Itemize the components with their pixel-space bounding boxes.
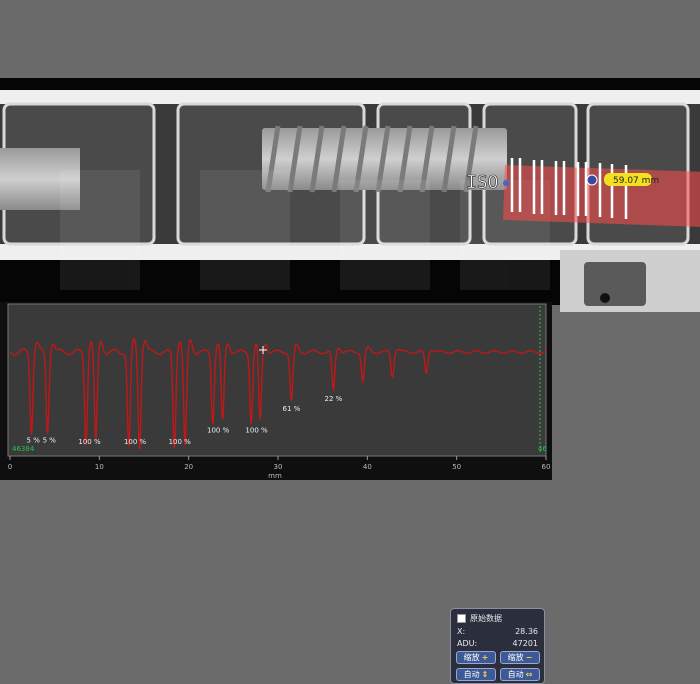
- gear-icon[interactable]: [586, 174, 598, 186]
- raw-data-checkbox[interactable]: [457, 614, 466, 623]
- annotation-3: 100 %: [124, 438, 147, 446]
- raw-data-toggle[interactable]: 原始数据: [457, 613, 538, 624]
- zoom-in-button[interactable]: 缩放 +: [456, 651, 496, 664]
- annotation-1: 5 %: [43, 436, 57, 444]
- annotation-2: 100 %: [78, 438, 101, 446]
- x-tick-label-30: 30: [274, 463, 283, 471]
- annotation-0: 5 %: [27, 436, 41, 444]
- annotation-8: 22 %: [324, 395, 342, 403]
- annotation-5: 100 %: [207, 427, 230, 435]
- x-tick-label-50: 50: [452, 463, 461, 471]
- auto-horizontal-button[interactable]: 自动 ⇔: [500, 668, 540, 681]
- right-edge-label: 46: [538, 445, 547, 453]
- measure-start-handle[interactable]: [503, 180, 509, 186]
- annotation-4: 100 %: [169, 438, 192, 446]
- x-tick-label-40: 40: [363, 463, 372, 471]
- auto-vertical-button[interactable]: 自动 ⇕: [456, 668, 496, 681]
- zoom-out-button[interactable]: 缩放 −: [500, 651, 540, 664]
- x-tick-label-10: 10: [95, 463, 104, 471]
- adu-value: 47201: [512, 639, 538, 648]
- x-tick-label-60: 60: [542, 463, 551, 471]
- data-panel: 原始数据 X: 28.36 ADU: 47201 缩放 + 缩放 − 自动 ⇕ …: [450, 608, 545, 684]
- x-tick-label-0: 0: [8, 463, 12, 471]
- iso-label: ISO: [466, 172, 499, 193]
- vertical-arrows-icon: ⇕: [481, 670, 489, 679]
- x-axis-label: mm: [268, 472, 282, 480]
- x-value: 28.36: [515, 627, 538, 636]
- adu-label: ADU:: [457, 639, 478, 648]
- plus-icon: +: [481, 653, 489, 662]
- x-tick-label-20: 20: [184, 463, 193, 471]
- raw-data-label: 原始数据: [470, 614, 502, 623]
- horizontal-arrows-icon: ⇔: [525, 670, 533, 679]
- y-min-label: 46384: [12, 445, 35, 453]
- measure-value: 59.07 mm: [613, 176, 659, 186]
- x-label: X:: [457, 627, 466, 636]
- minus-icon: −: [525, 653, 533, 662]
- annotation-7: 61 %: [283, 405, 301, 413]
- annotation-6: 100 %: [245, 427, 268, 435]
- profile-chart-svg: 0 10 20 30 40 50 60 5 % 5 % 100 % 100 % 100 % 100 %…: [7, 303, 551, 480]
- profile-chart[interactable]: 0 10 20 30 40 50 60 5 % 5 % 100 % 100 % 100 % 100 %…: [0, 302, 552, 684]
